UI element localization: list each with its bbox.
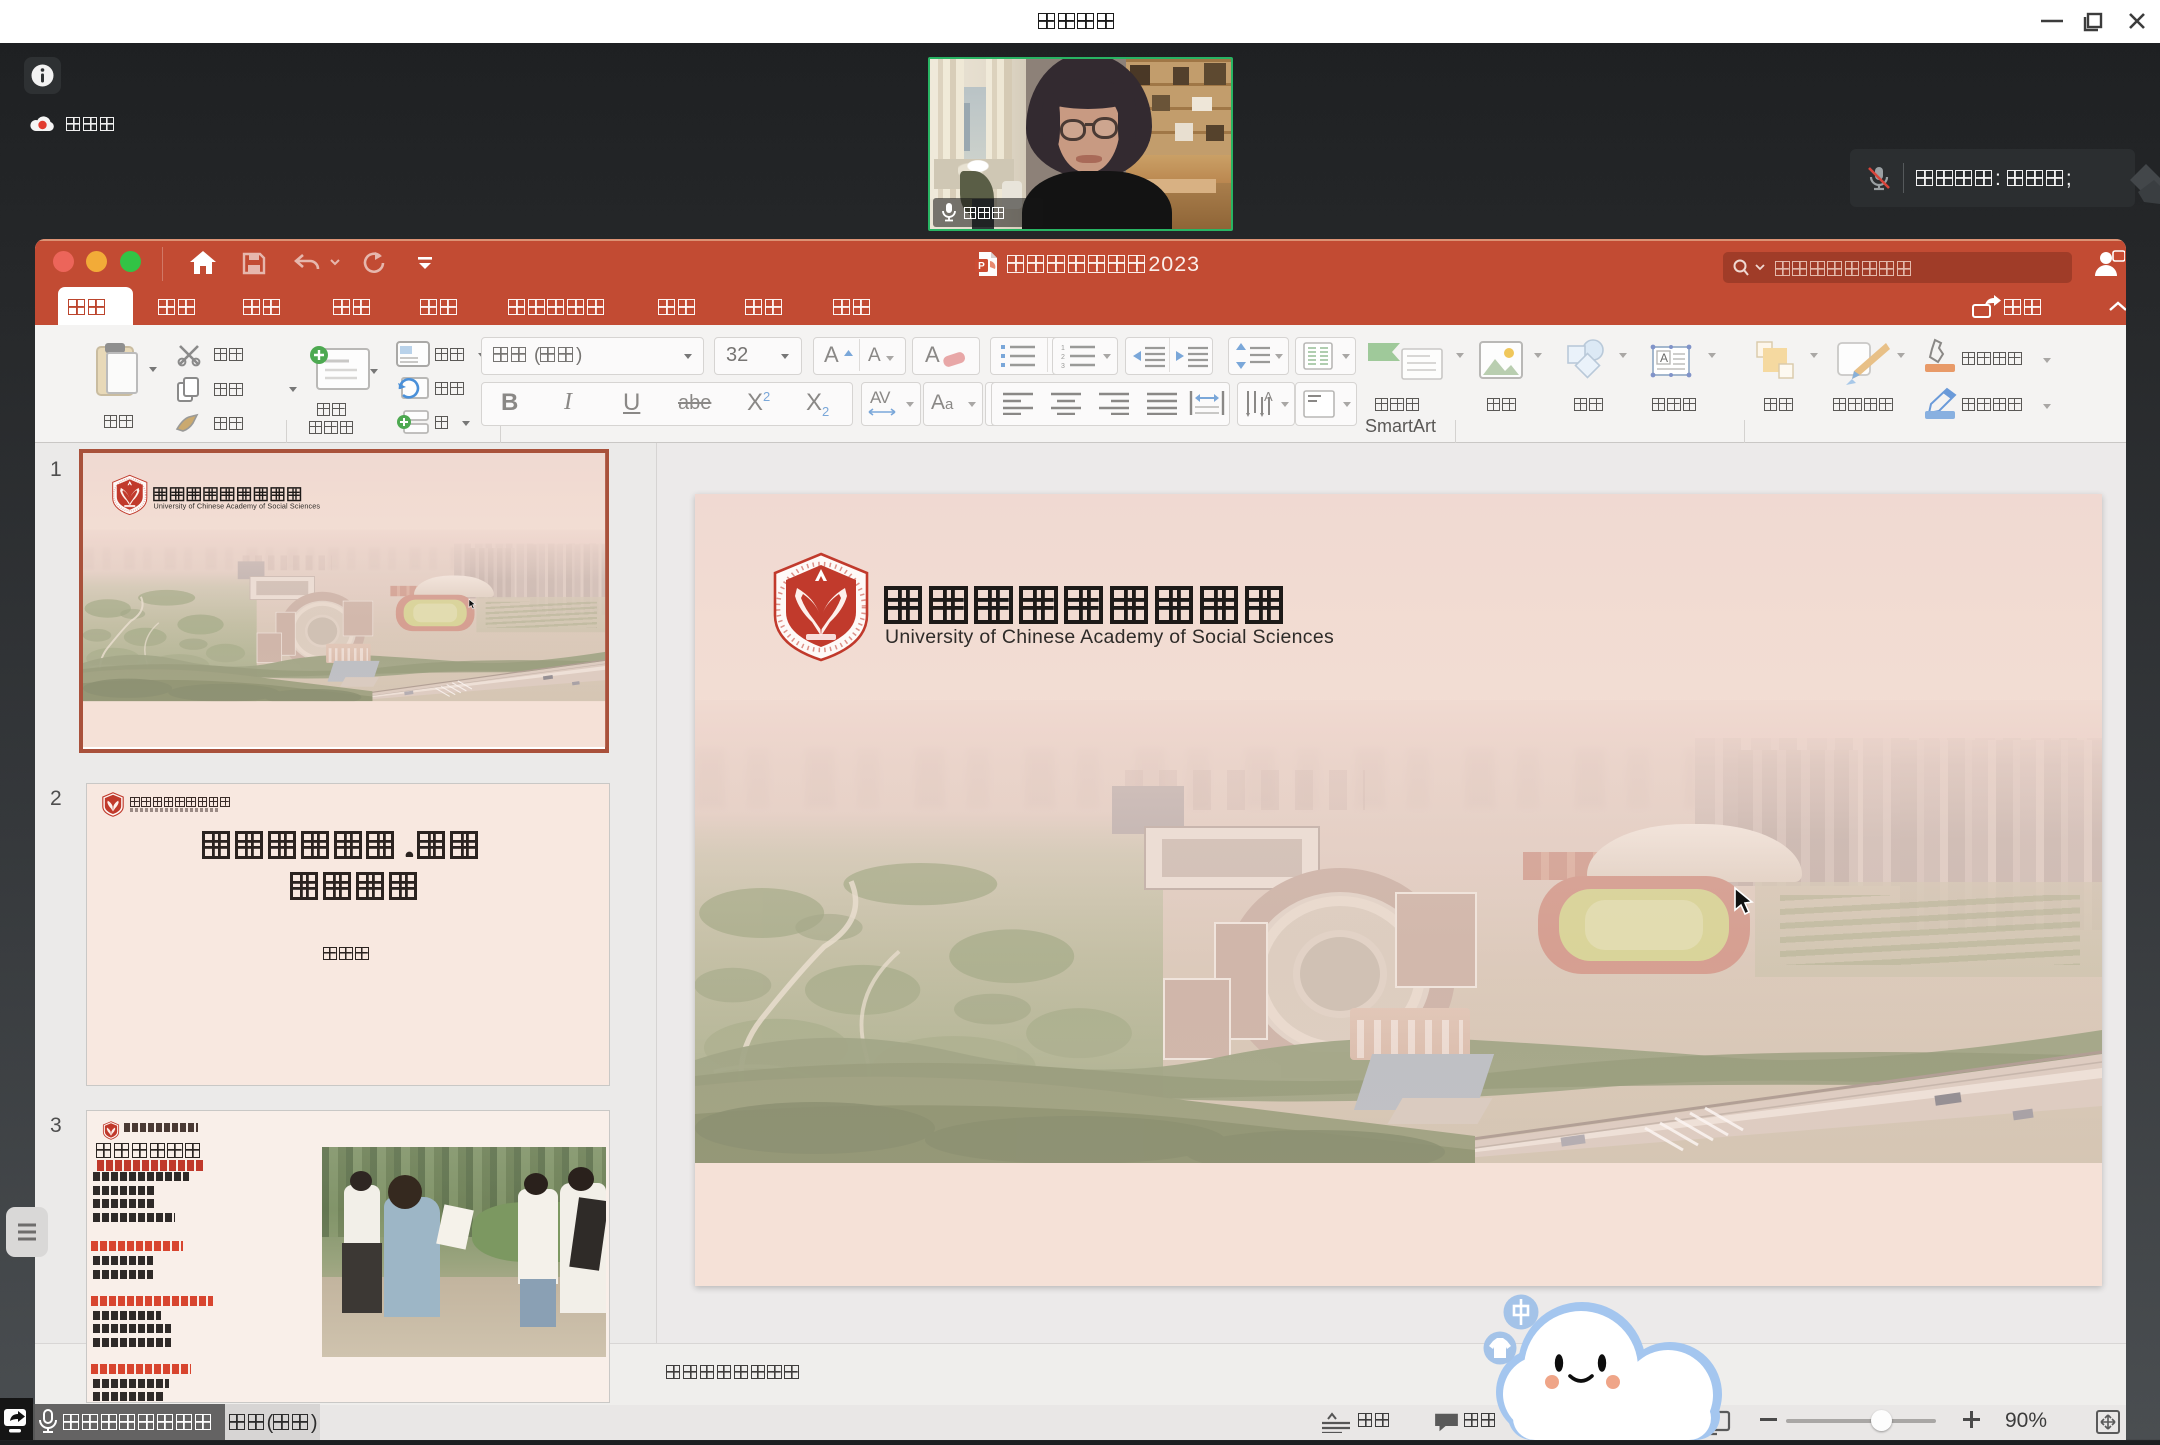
svg-text:A: A: [1264, 389, 1273, 404]
svg-text:2: 2: [1061, 354, 1065, 361]
svg-text:A: A: [1660, 351, 1668, 365]
svg-text:1: 1: [1061, 345, 1065, 352]
svg-text:P: P: [978, 261, 985, 272]
svg-text:3: 3: [1061, 363, 1065, 369]
